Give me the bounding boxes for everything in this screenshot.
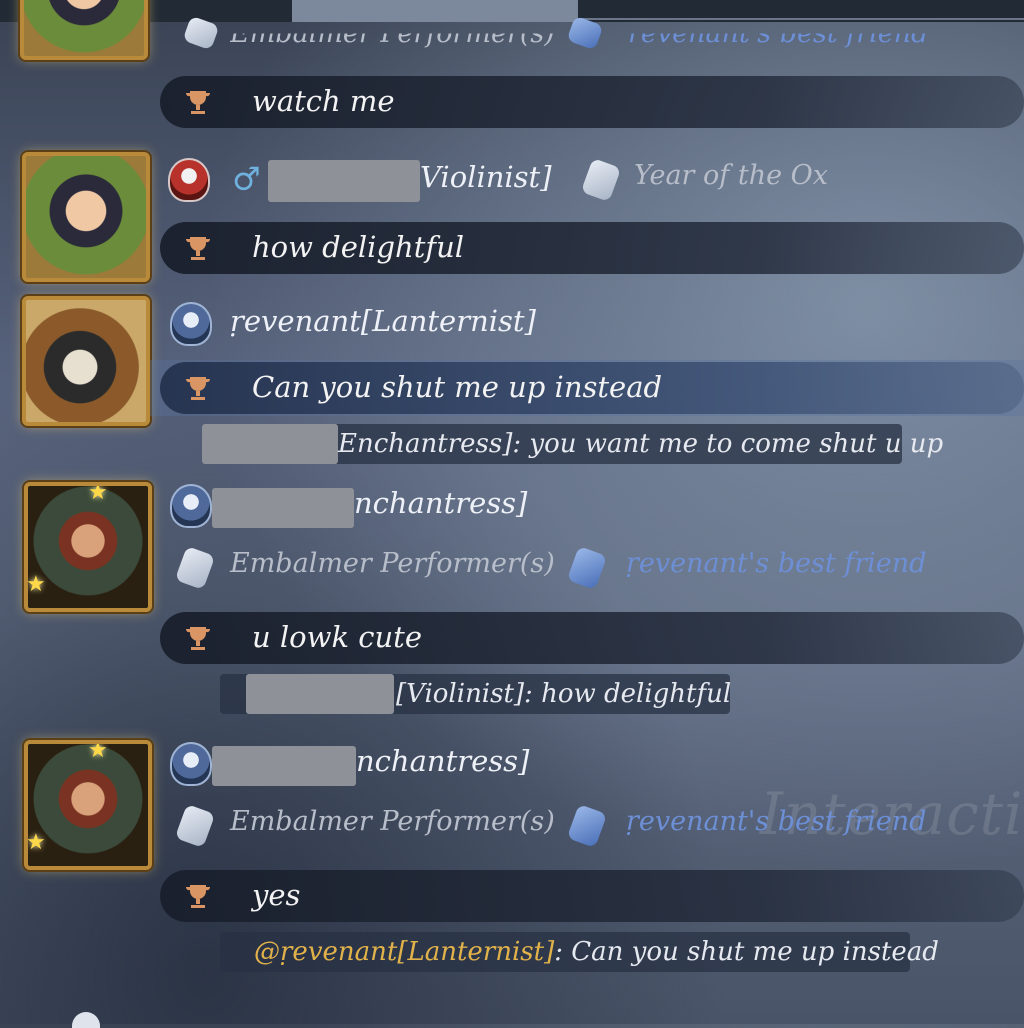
avatar[interactable]: ★ ★ xyxy=(24,482,152,612)
reply-text: Enchantress]: you want me to come shut u… xyxy=(338,429,944,459)
reply-quote[interactable]: @ṛevenant[Lanternist]: Can you shut me u… xyxy=(220,932,939,972)
tag-text: ṛevenant's best friend xyxy=(626,548,927,579)
tag-icon xyxy=(566,545,608,591)
rank-badge-icon xyxy=(168,158,210,202)
message-bubble[interactable]: how delightful xyxy=(160,222,1024,274)
sender-name[interactable]: nchantress] xyxy=(356,744,529,778)
message-bubble[interactable]: watch me xyxy=(160,76,1024,128)
tag-text: Embalmer Performer(s) xyxy=(230,806,555,837)
redacted-name xyxy=(212,488,354,528)
reply-quote[interactable]: [Violinist]: how delightful xyxy=(220,674,732,714)
message-text: Can you shut me up instead xyxy=(252,370,663,404)
message-text: yes xyxy=(252,878,301,912)
message-bubble[interactable]: Can you shut me up instead xyxy=(160,362,1024,414)
tag-text: Embalmer Performer(s) xyxy=(230,548,555,579)
redacted-name xyxy=(246,674,394,714)
message-text: how delightful xyxy=(252,230,465,264)
tag-icon xyxy=(174,803,216,849)
redacted-name xyxy=(212,746,356,786)
trophy-icon xyxy=(185,627,211,650)
rank-badge-icon xyxy=(170,742,212,786)
tag-text: ṛevenant's best friend xyxy=(626,806,927,837)
tag-icon xyxy=(174,545,216,591)
redacted-name xyxy=(268,160,420,202)
star-icon: ★ xyxy=(88,482,108,505)
message-text: watch me xyxy=(252,84,395,118)
message-bubble[interactable]: yes xyxy=(160,870,1024,922)
tag-text: revenant's best friend xyxy=(628,18,929,50)
star-icon: ★ xyxy=(26,572,46,597)
reply-text: [Violinist]: how delightful xyxy=(396,679,732,709)
reply-text: : Can you shut me up instead xyxy=(554,937,939,967)
message-bubble[interactable]: u lowk cute xyxy=(160,612,1024,664)
avatar[interactable]: ★ ★ xyxy=(24,740,152,870)
trophy-icon xyxy=(185,377,211,400)
male-gender-icon: ♂ xyxy=(232,160,261,198)
star-icon: ★ xyxy=(26,830,46,855)
active-tab-strip[interactable] xyxy=(292,0,578,22)
rank-badge-icon xyxy=(170,302,212,346)
tag-text: Embalmer Performer(s) xyxy=(230,18,555,50)
avatar[interactable] xyxy=(22,152,150,282)
trophy-icon xyxy=(185,885,211,908)
sender-name[interactable]: ṛevenant[Lanternist] xyxy=(230,304,536,338)
trophy-icon xyxy=(185,91,211,114)
tag-text: Year of the Ox xyxy=(634,160,829,191)
trophy-icon xyxy=(185,237,211,260)
avatar[interactable] xyxy=(20,0,148,60)
tag-icon xyxy=(566,803,608,849)
reply-quote[interactable]: Enchantress]: you want me to come shut u… xyxy=(202,424,943,464)
scroll-indicator[interactable] xyxy=(72,1012,100,1028)
tag-icon xyxy=(580,157,622,203)
top-bar xyxy=(0,0,1024,22)
message-text: u lowk cute xyxy=(252,620,422,654)
avatar[interactable] xyxy=(22,296,150,426)
reply-mention[interactable]: @ṛevenant[Lanternist] xyxy=(254,937,554,967)
redacted-name xyxy=(202,424,338,464)
sender-name[interactable]: nchantress] xyxy=(354,486,527,520)
tab-divider xyxy=(580,18,1024,20)
star-icon: ★ xyxy=(88,740,108,763)
rank-badge-icon xyxy=(170,484,212,528)
sender-name[interactable]: Violinist] xyxy=(420,160,552,194)
